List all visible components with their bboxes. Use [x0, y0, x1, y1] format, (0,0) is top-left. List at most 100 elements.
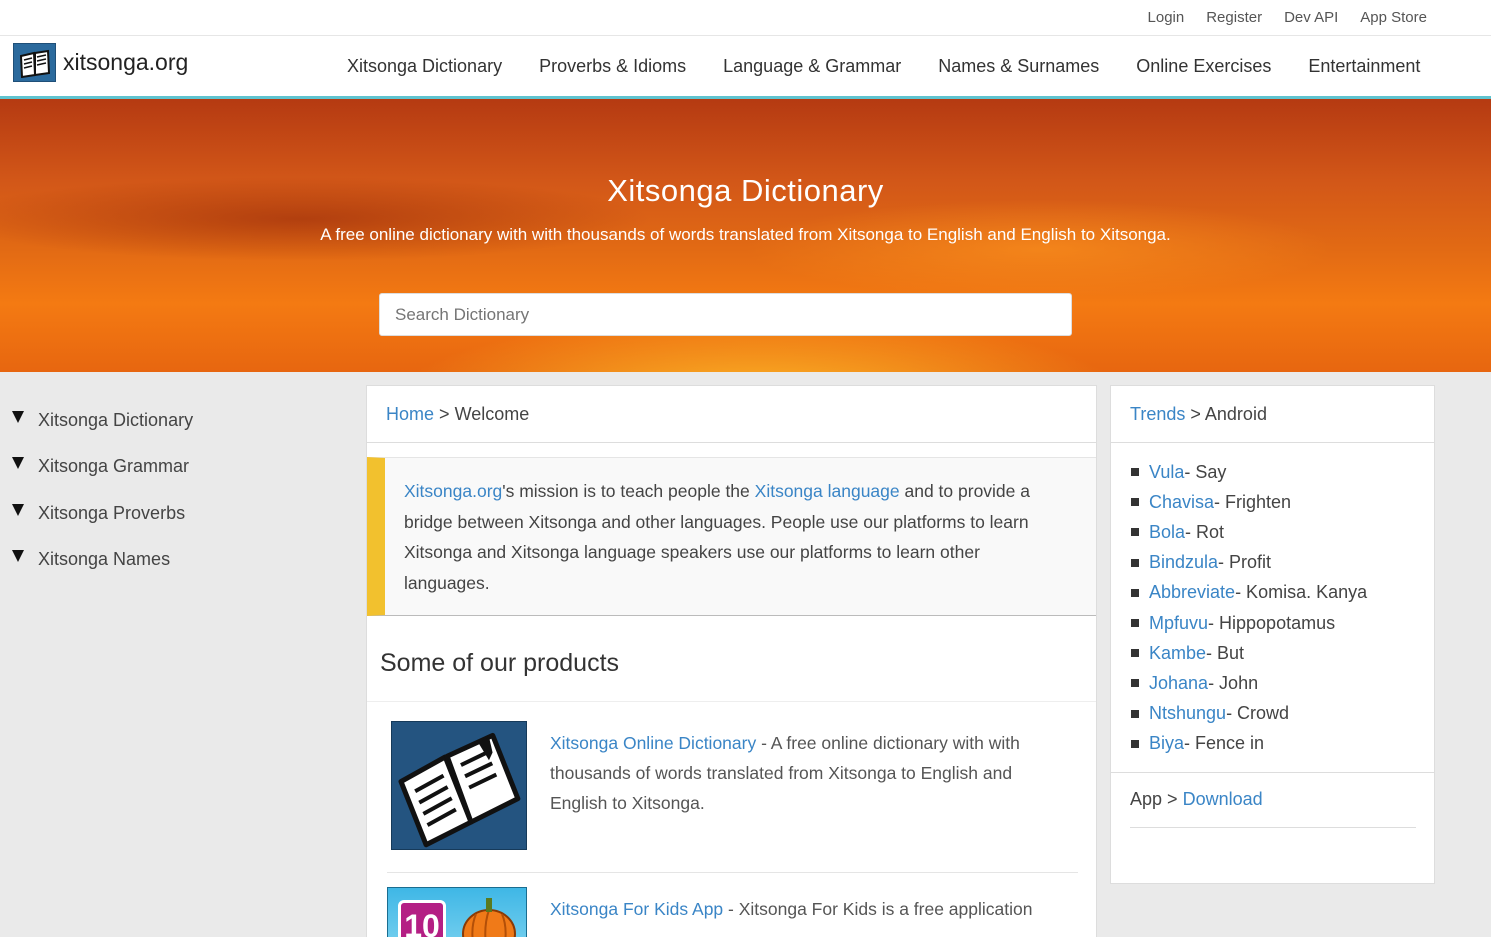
bullet-icon	[1131, 619, 1139, 628]
trend-meaning: - Komisa. Kanya	[1235, 582, 1368, 603]
trend-meaning: - Frighten	[1214, 491, 1292, 512]
list-item: Johana - John	[1131, 668, 1367, 698]
xitsonga-language-link[interactable]: Xitsonga language	[755, 481, 900, 501]
sidebar-item-dictionary[interactable]: Xitsonga Dictionary	[12, 410, 193, 431]
main-nav: Xitsonga Dictionary Proverbs & Idioms La…	[347, 56, 1457, 77]
trend-word-link[interactable]: Ntshungu	[1149, 703, 1226, 724]
bullet-icon	[1131, 558, 1139, 567]
trend-word-link[interactable]: Biya	[1149, 733, 1184, 754]
breadcrumb-home-link[interactable]: Home	[386, 404, 434, 424]
bullet-icon	[1131, 679, 1139, 688]
open-book-icon[interactable]	[391, 721, 527, 850]
trend-word-link[interactable]: Bola	[1149, 522, 1185, 543]
top-bar: Login Register Dev API App Store	[0, 0, 1491, 36]
login-link[interactable]: Login	[1148, 9, 1185, 26]
trend-word-link[interactable]: Vula	[1149, 462, 1184, 483]
trend-meaning: - Rot	[1185, 521, 1225, 542]
download-link[interactable]: Download	[1183, 789, 1263, 809]
sidebar-item-proverbs[interactable]: Xitsonga Proverbs	[12, 503, 185, 524]
list-item: Mpfuvu - Hippopotamus	[1131, 608, 1367, 638]
triangle-down-icon	[12, 456, 24, 469]
nav-names-surnames[interactable]: Names & Surnames	[938, 56, 1099, 77]
app-store-link[interactable]: App Store	[1360, 9, 1427, 26]
divider	[387, 872, 1078, 873]
product-title-link[interactable]: Xitsonga For Kids App	[550, 899, 723, 919]
nav-entertainment[interactable]: Entertainment	[1308, 56, 1420, 77]
breadcrumb: Home > Welcome	[386, 404, 529, 425]
divider	[367, 442, 1096, 443]
bullet-icon	[1131, 588, 1139, 597]
list-item: Vula - Say	[1131, 457, 1367, 487]
list-item: Ntshungu - Crowd	[1131, 699, 1367, 729]
dev-api-link[interactable]: Dev API	[1284, 9, 1338, 26]
trend-meaning: - Hippopotamus	[1208, 612, 1336, 633]
sidebar-item-label: Xitsonga Names	[38, 549, 171, 569]
bullet-icon	[1131, 709, 1139, 718]
mission-callout: Xitsonga.org's mission is to teach peopl…	[367, 457, 1096, 616]
trend-meaning: - Crowd	[1226, 703, 1290, 724]
list-item: Abbreviate - Komisa. Kanya	[1131, 578, 1367, 608]
divider	[1111, 442, 1434, 443]
nav-proverbs-idioms[interactable]: Proverbs & Idioms	[539, 56, 686, 77]
trends-link[interactable]: Trends	[1130, 404, 1185, 424]
list-item: Bindzula - Profit	[1131, 548, 1367, 578]
xitsonga-org-link[interactable]: Xitsonga.org	[404, 481, 502, 501]
app-download: App > Download	[1130, 789, 1263, 810]
list-item: Chavisa - Frighten	[1131, 487, 1367, 517]
bullet-icon	[1131, 649, 1139, 658]
hero-subtitle: A free online dictionary with with thous…	[320, 225, 1171, 244]
triangle-down-icon	[12, 549, 24, 562]
trend-meaning: - John	[1208, 672, 1259, 693]
register-link[interactable]: Register	[1206, 9, 1262, 26]
search-input[interactable]	[379, 293, 1072, 336]
hero-title: Xitsonga Dictionary	[607, 173, 884, 208]
list-item: Biya - Fence in	[1131, 729, 1367, 759]
trend-word-link[interactable]: Bindzula	[1149, 552, 1218, 573]
product-title-link[interactable]: Xitsonga Online Dictionary	[550, 733, 756, 753]
mission-text-part: 's mission is to teach people the	[502, 481, 755, 501]
trends-panel: Trends > Android Vula - Say Chavisa - Fr…	[1110, 385, 1435, 884]
trend-meaning: - But	[1206, 642, 1245, 663]
sidebar-item-label: Xitsonga Dictionary	[38, 410, 194, 430]
top-links: Login Register Dev API App Store	[1148, 9, 1427, 26]
sidebar-item-label: Xitsonga Proverbs	[38, 503, 186, 523]
product-description: Xitsonga For Kids App - Xitsonga For Kid…	[550, 894, 1050, 924]
list-item: Bola - Rot	[1131, 517, 1367, 547]
nav-online-exercises[interactable]: Online Exercises	[1136, 56, 1271, 77]
sidebar-item-names[interactable]: Xitsonga Names	[12, 549, 170, 570]
breadcrumb-current: Welcome	[454, 404, 530, 424]
triangle-down-icon	[12, 410, 24, 423]
trends-breadcrumb: Trends > Android	[1130, 404, 1267, 425]
trend-meaning: - Say	[1184, 461, 1227, 482]
products-heading: Some of our products	[380, 649, 620, 677]
trend-word-link[interactable]: Mpfuvu	[1149, 613, 1208, 634]
trend-meaning: - Fence in	[1184, 733, 1265, 754]
divider	[367, 701, 1096, 702]
main-panel: Home > Welcome Xitsonga.org's mission is…	[366, 385, 1097, 937]
trend-word-link[interactable]: Kambe	[1149, 643, 1206, 664]
book-icon	[13, 43, 56, 82]
kids-app-thumbnail[interactable]: 10	[387, 887, 527, 937]
trend-word-link[interactable]: Chavisa	[1149, 492, 1214, 513]
hero-banner: Xitsonga Dictionary A free online dictio…	[0, 99, 1491, 372]
product-desc-text: - Xitsonga For Kids is a free applicatio…	[723, 899, 1033, 919]
breadcrumb-separator: >	[439, 404, 450, 424]
list-item: Kambe - But	[1131, 638, 1367, 668]
trends-list: Vula - Say Chavisa - Frighten Bola - Rot…	[1131, 457, 1367, 759]
app-label: App	[1130, 789, 1163, 809]
breadcrumb-separator: >	[1167, 789, 1178, 809]
triangle-down-icon	[12, 503, 24, 516]
bullet-icon	[1131, 739, 1139, 748]
nav-language-grammar[interactable]: Language & Grammar	[723, 56, 901, 77]
bullet-icon	[1131, 498, 1139, 507]
sidebar-item-grammar[interactable]: Xitsonga Grammar	[12, 456, 189, 477]
bullet-icon	[1131, 528, 1139, 537]
logo-text: xitsonga.org	[63, 49, 189, 75]
trend-word-link[interactable]: Abbreviate	[1149, 582, 1235, 603]
site-logo[interactable]: xitsonga.org	[13, 43, 188, 82]
trend-word-link[interactable]: Johana	[1149, 673, 1208, 694]
nav-xitsonga-dictionary[interactable]: Xitsonga Dictionary	[347, 56, 502, 77]
breadcrumb-separator: >	[1190, 404, 1201, 424]
divider	[1130, 827, 1416, 828]
bullet-icon	[1131, 468, 1139, 477]
